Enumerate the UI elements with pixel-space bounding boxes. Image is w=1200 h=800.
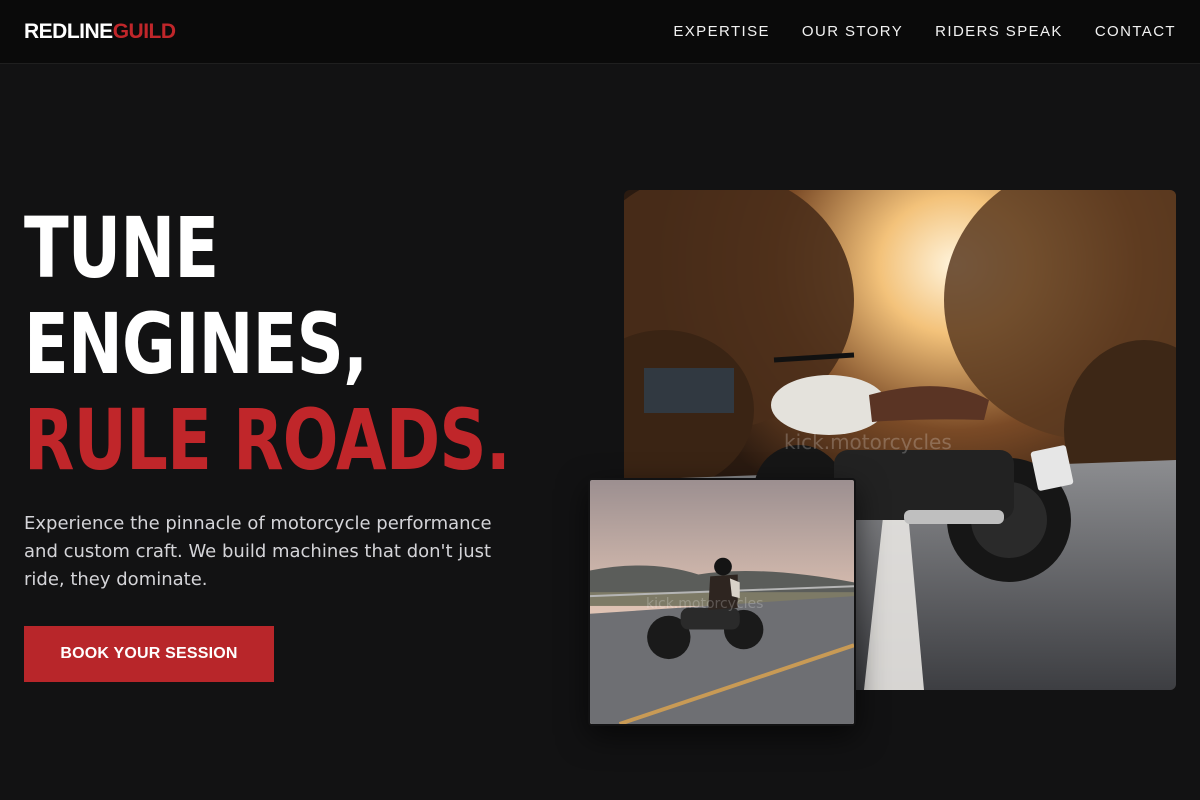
brand-name-primary: REDLINE [24,20,113,43]
nav-link-expertise[interactable]: EXPERTISE [673,22,770,42]
book-session-button[interactable]: BOOK YOUR SESSION [24,626,274,682]
nav-link-riders-speak[interactable]: RIDERS SPEAK [935,22,1063,42]
headline-line-1: TUNE [24,199,219,297]
main-image-watermark: kick.motorcycles [784,430,952,454]
headline-line-2: ENGINES, [24,295,368,393]
site-header: REDLINEGUILD EXPERTISE OUR STORY RIDERS … [0,0,1200,64]
hero-inset-image: kick.motorcycles [588,478,856,726]
hero-description: Experience the pinnacle of motorcycle pe… [24,513,492,590]
hero-headline: TUNE ENGINES, RULE ROADS. [24,199,511,489]
nav-link-our-story[interactable]: OUR STORY [802,22,903,42]
nav-link-contact[interactable]: CONTACT [1095,22,1176,42]
brand-logo[interactable]: REDLINEGUILD [24,20,176,44]
brand-name-accent: GUILD [112,20,176,43]
inset-image-watermark: kick.motorcycles [646,596,764,612]
headline-line-3: RULE ROADS. [24,391,511,489]
main-nav: EXPERTISE OUR STORY RIDERS SPEAK CONTACT [673,22,1176,42]
